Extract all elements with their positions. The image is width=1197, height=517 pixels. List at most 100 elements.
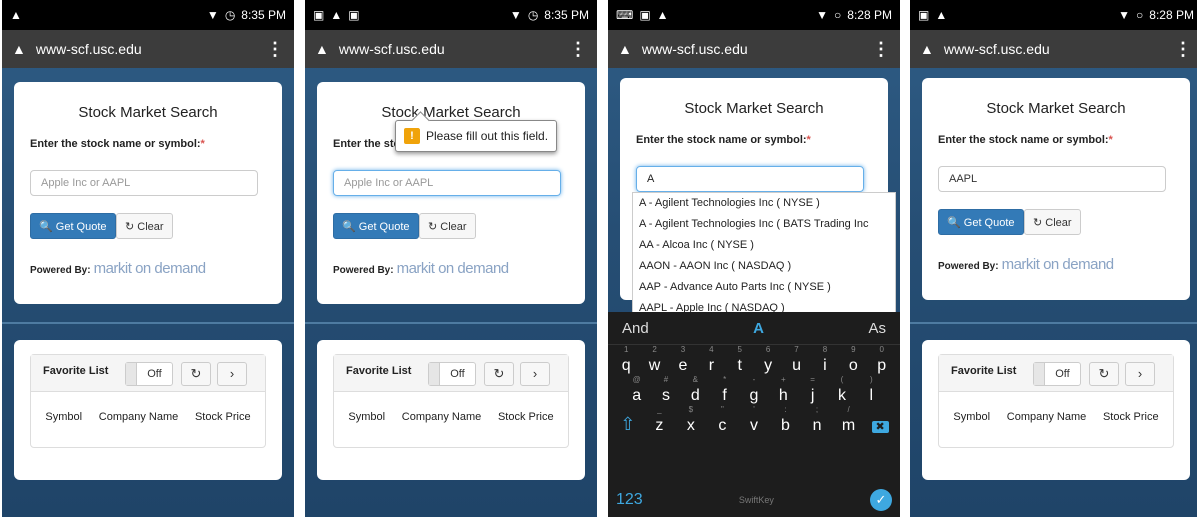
refresh-button[interactable]: ↻ — [181, 362, 211, 386]
markit-logo[interactable]: markit on demand — [1002, 256, 1115, 273]
backspace-key[interactable]: ✖ — [868, 417, 892, 435]
numbers-key[interactable]: 123 — [616, 491, 643, 509]
get-quote-button[interactable]: 🔍 Get Quote — [333, 213, 419, 239]
clear-button[interactable]: ↻ Clear — [419, 213, 476, 239]
phone-screen-2: ▣ ▲ ▣ ▼ ◷ 8:35 PM ▲ www-scf.usc.edu ⋮ Stock … — [305, 0, 597, 517]
key-m[interactable]: / m — [837, 405, 861, 435]
key-f[interactable]: * f — [713, 375, 737, 405]
autocomplete-item[interactable]: A - Agilent Technologies Inc ( NYSE ) — [633, 193, 895, 214]
favorite-panel: Favorite List Off ↻ › Symbol Company Nam… — [30, 354, 266, 448]
next-button[interactable]: › — [520, 362, 550, 386]
key-hint: 7 — [794, 345, 799, 354]
url-text[interactable]: www-scf.usc.edu — [339, 41, 445, 57]
key-u[interactable]: 7u — [785, 345, 809, 375]
status-time: 8:35 PM — [241, 8, 286, 22]
key-i[interactable]: 8i — [813, 345, 837, 375]
favorite-list-title: Favorite List — [346, 365, 412, 377]
key-c[interactable]: " c — [710, 405, 734, 435]
refresh-button[interactable]: ↻ — [1089, 362, 1119, 386]
spacebar[interactable]: SwiftKey — [739, 495, 774, 505]
key-hint: " — [720, 405, 724, 414]
phone-screen-3: ⌨ ▣ ▲ ▼ ○ 8:28 PM ▲ www-scf.usc.edu ⋮ Stock … — [608, 0, 900, 517]
key-j[interactable]: = j — [801, 375, 825, 405]
incognito-icon: ▲ — [618, 41, 632, 57]
get-quote-button[interactable]: 🔍 Get Quote — [30, 213, 116, 239]
incognito-icon: ▲ — [935, 8, 948, 22]
symbol-input[interactable]: A — [636, 166, 864, 192]
autocomplete-item[interactable]: AAP - Advance Auto Parts Inc ( NYSE ) — [633, 277, 895, 298]
clear-button[interactable]: ↻ Clear — [1024, 209, 1081, 235]
autorefresh-toggle[interactable]: Off — [1033, 362, 1081, 386]
key-a[interactable]: @ a — [625, 375, 649, 405]
key-hint: 5 — [737, 345, 742, 354]
key-o[interactable]: 9o — [841, 345, 865, 375]
powered-by: Powered By: markit on demand — [333, 260, 509, 277]
clear-button[interactable]: ↻ Clear — [116, 213, 173, 239]
refresh-button[interactable]: ↻ — [484, 362, 514, 386]
page-title: Stock Market Search — [986, 100, 1126, 117]
bag-icon: ▣ — [348, 8, 360, 22]
suggestion-left[interactable]: And — [622, 320, 649, 337]
key-row-3: ⇧ _ z $ x " c ' v : b; n / m ✖ — [608, 405, 900, 435]
browser-url-bar[interactable]: ▲ www-scf.usc.edu ⋮ — [608, 30, 900, 68]
key-z[interactable]: _ z — [647, 405, 671, 435]
suggestion-right[interactable]: As — [868, 320, 886, 337]
key-k[interactable]: (k — [830, 375, 854, 405]
suggestion-mid[interactable]: A — [753, 320, 764, 337]
key-s[interactable]: # s — [654, 375, 678, 405]
key-l[interactable]: ) l — [859, 375, 883, 405]
browser-url-bar[interactable]: ▲ www-scf.usc.edu ⋮ — [2, 30, 294, 68]
key-b[interactable]: :b — [774, 405, 798, 435]
menu-icon[interactable]: ⋮ — [1174, 39, 1192, 60]
key-t[interactable]: 5t — [728, 345, 752, 375]
image-icon: ▣ — [918, 8, 930, 22]
key-n[interactable]: ; n — [805, 405, 829, 435]
next-button[interactable]: › — [1125, 362, 1155, 386]
key-h[interactable]: + h — [771, 375, 795, 405]
autorefresh-toggle[interactable]: Off — [125, 362, 173, 386]
favorite-list-title: Favorite List — [951, 365, 1017, 377]
autocomplete-item[interactable]: AAON - AAON Inc ( NASDAQ ) — [633, 256, 895, 277]
key-p[interactable]: 0p — [870, 345, 894, 375]
key-g[interactable]: -g — [742, 375, 766, 405]
url-text[interactable]: www-scf.usc.edu — [944, 41, 1050, 57]
divider — [2, 322, 294, 324]
enter-key[interactable]: ✓ — [870, 489, 892, 511]
search-card: Stock Market Search Enter the stock name… — [14, 82, 282, 304]
autocomplete-item[interactable]: A - Agilent Technologies Inc ( BATS Trad… — [633, 214, 895, 235]
key-x[interactable]: $ x — [679, 405, 703, 435]
url-text[interactable]: www-scf.usc.edu — [642, 41, 748, 57]
favorite-columns: Symbol Company Name Stock Price — [334, 411, 568, 423]
symbol-input[interactable]: AAPL — [938, 166, 1166, 192]
search-icon: 🔍 — [39, 221, 53, 233]
menu-icon[interactable]: ⋮ — [569, 39, 587, 60]
symbol-input[interactable]: Apple Inc or AAPL — [30, 170, 258, 196]
key-r[interactable]: 4r — [699, 345, 723, 375]
key-hint: 0 — [879, 345, 884, 354]
key-hint: 1 — [623, 345, 629, 354]
url-text[interactable]: www-scf.usc.edu — [36, 41, 142, 57]
next-button[interactable]: › — [217, 362, 247, 386]
markit-logo[interactable]: markit on demand — [94, 260, 207, 277]
browser-url-bar[interactable]: ▲ www-scf.usc.edu ⋮ — [305, 30, 597, 68]
get-quote-button[interactable]: 🔍 Get Quote — [938, 209, 1024, 235]
autorefresh-toggle[interactable]: Off — [428, 362, 476, 386]
shift-key[interactable]: ⇧ — [616, 414, 640, 435]
symbol-input[interactable]: Apple Inc or AAPL — [333, 170, 561, 196]
key-d[interactable]: & d — [683, 375, 707, 405]
key-v[interactable]: ' v — [742, 405, 766, 435]
menu-icon[interactable]: ⋮ — [872, 39, 890, 60]
browser-url-bar[interactable]: ▲ www-scf.usc.edu ⋮ — [910, 30, 1197, 68]
key-w[interactable]: 2w — [643, 345, 667, 375]
autocomplete-item[interactable]: AA - Alcoa Inc ( NYSE ) — [633, 235, 895, 256]
symbol-label: Enter the stock name or symbol:* — [30, 138, 205, 150]
markit-logo[interactable]: markit on demand — [397, 260, 510, 277]
key-e[interactable]: 3e — [671, 345, 695, 375]
image-icon: ▣ — [639, 8, 651, 22]
key-hint: ( — [840, 375, 844, 384]
alarm-icon: ◷ — [527, 8, 539, 22]
key-y[interactable]: 6y — [756, 345, 780, 375]
key-q[interactable]: 1q — [614, 345, 638, 375]
menu-icon[interactable]: ⋮ — [266, 39, 284, 60]
symbol-label: Enter the stock name or symbol:* — [938, 134, 1113, 146]
